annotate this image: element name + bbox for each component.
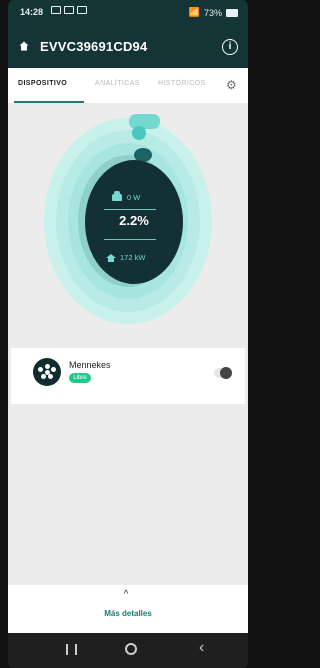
chevron-up-icon[interactable]: ^ xyxy=(121,590,131,600)
status-time: 14:28 xyxy=(20,7,44,17)
info-icon[interactable]: i xyxy=(222,39,238,55)
toggle-knob xyxy=(220,367,232,379)
system-status: 📶 73% xyxy=(189,7,238,18)
recent-apps-icon[interactable] xyxy=(66,644,77,655)
tab-analiticas[interactable]: ANALÍTICAS xyxy=(95,80,140,87)
toggle-switch-icon[interactable] xyxy=(214,367,232,379)
gear-icon[interactable]: ⚙ xyxy=(226,79,238,91)
car-power-row: 0 W xyxy=(112,191,141,202)
car-icon xyxy=(112,191,122,201)
device-title: EVVC39691CD94 xyxy=(40,39,148,54)
signal-icon: 📶 xyxy=(188,7,200,17)
status-badge: Libre xyxy=(69,373,91,383)
message-icon xyxy=(51,6,61,14)
battery-icon xyxy=(226,8,238,17)
charging-meter: 0 W 2.2% 172 kW xyxy=(43,114,213,329)
home-navigation-icon[interactable] xyxy=(125,643,137,655)
phone-screen: 14:28 📶 73% EVVC39691CD94 i DISPOSITIVO … xyxy=(8,0,248,668)
mennekes-connector-icon xyxy=(33,358,61,386)
meter-center: 0 W 2.2% 172 kW xyxy=(86,160,182,284)
battery-percent: 73% xyxy=(203,7,222,18)
notification-icons xyxy=(51,6,87,14)
meter-divider-bottom xyxy=(104,239,156,240)
car-power-value: 0 W xyxy=(127,193,141,202)
charge-percentage: 2.2% xyxy=(119,213,149,228)
back-icon[interactable]: ‹ xyxy=(199,640,204,656)
details-panel[interactable]: ^ Más detalles xyxy=(8,585,248,633)
house-icon xyxy=(106,253,116,262)
tab-historicos[interactable]: HISTÓRICOS xyxy=(158,80,206,87)
connector-card[interactable]: Mennekes Libre xyxy=(11,348,245,404)
calendar-icon xyxy=(64,6,74,14)
more-details-button[interactable]: Más detalles xyxy=(8,609,248,618)
meter-divider-top xyxy=(104,209,156,210)
home-icon[interactable] xyxy=(18,40,30,52)
image-icon xyxy=(77,6,87,14)
title-bar: EVVC39691CD94 i xyxy=(8,30,248,64)
device-content: 0 W 2.2% 172 kW Mennekes Libre xyxy=(8,103,248,585)
house-power-row: 172 kW xyxy=(106,253,145,262)
android-navigation-bar: ‹ xyxy=(8,633,248,668)
status-bar: 14:28 📶 73% xyxy=(8,0,248,24)
connector-name: Mennekes xyxy=(69,360,111,370)
tab-bar: DISPOSITIVO ANALÍTICAS HISTÓRICOS ⚙ xyxy=(8,68,248,104)
tab-dispositivo[interactable]: DISPOSITIVO xyxy=(18,80,67,87)
house-power-value: 172 kW xyxy=(120,253,146,262)
